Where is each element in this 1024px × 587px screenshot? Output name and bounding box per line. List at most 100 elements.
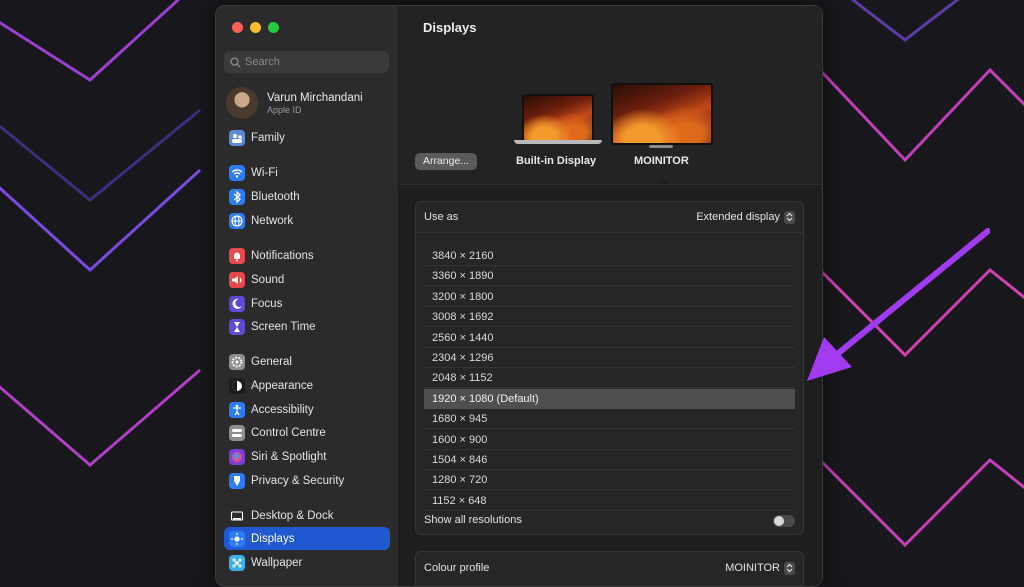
sidebar-item-label: Wi-Fi [251, 166, 278, 179]
sidebar-item-appearance[interactable]: Appearance [224, 374, 390, 397]
bluetooth-icon [229, 188, 245, 205]
built-in-display-label: Built-in Display [516, 155, 597, 167]
sound-icon [229, 271, 245, 288]
monitor-display-screen [611, 83, 713, 145]
close-button[interactable] [232, 22, 243, 33]
display-arrangement-area: Displays Arrange... Built-in Display MOI… [399, 6, 822, 185]
sidebar-item-label: General [251, 355, 292, 368]
profile-name: Varun Mirchandani [267, 91, 363, 104]
resolution-option[interactable]: 1920 × 1080 (Default) [424, 388, 795, 409]
sidebar-item-sound[interactable]: Sound [224, 268, 390, 291]
sidebar-item-label: Wallpaper [251, 556, 303, 569]
minimize-button[interactable] [250, 22, 261, 33]
colour-profile-card: Colour profile MOINITOR [415, 551, 804, 586]
resolution-option[interactable]: 2560 × 1440 [424, 328, 795, 348]
network-icon [229, 212, 245, 229]
search-icon [230, 56, 241, 68]
show-all-resolutions-label: Show all resolutions [424, 514, 522, 526]
display-settings-card: Use as Extended display 3840 × 2160 3360 … [415, 201, 804, 535]
colour-profile-select[interactable]: MOINITOR [725, 561, 795, 575]
sidebar-item-label: Focus [251, 297, 283, 310]
resolution-option[interactable]: 1152 × 648 [424, 491, 795, 511]
built-in-display-thumb[interactable] [514, 94, 604, 146]
profile-subtitle: Apple ID [267, 104, 302, 115]
sidebar-item-screen-time[interactable]: Screen Time [224, 315, 390, 338]
sidebar-item-label: Screen Time [251, 320, 316, 333]
displays-icon [229, 530, 245, 547]
sidebar-item-label: Notifications [251, 249, 314, 262]
resolution-option[interactable]: 3008 × 1692 [424, 307, 795, 328]
search-input[interactable]: Search [224, 51, 389, 73]
sidebar-item-accessibility[interactable]: Accessibility [224, 398, 390, 421]
sidebar-item-label: Appearance [251, 379, 314, 392]
use-as-label: Use as [424, 211, 459, 223]
sidebar-item-siri-spotlight[interactable]: Siri & Spotlight [224, 445, 390, 468]
sidebar-item-family[interactable]: Family [224, 126, 390, 149]
resolution-option[interactable]: 1504 × 846 [424, 450, 795, 470]
sidebar-item-label: Control Centre [251, 426, 326, 439]
appearance-icon [229, 377, 245, 394]
sidebar-item-notifications[interactable]: Notifications [224, 244, 390, 267]
window-controls [232, 22, 279, 33]
settings-window: Search Varun Mirchandani Apple ID Family… [215, 5, 823, 587]
use-as-value: Extended display [696, 211, 780, 223]
use-as-select[interactable]: Extended display [696, 210, 795, 224]
sidebar-item-bluetooth[interactable]: Bluetooth [224, 185, 390, 208]
control-centre-icon [229, 424, 245, 441]
focus-icon [229, 295, 245, 312]
family-icon [229, 129, 245, 146]
resolution-option[interactable]: 1680 × 945 [424, 409, 795, 430]
sidebar-item-displays[interactable]: Displays [224, 527, 390, 550]
monitor-display-thumb[interactable] [611, 83, 713, 151]
sidebar-item-label: Displays [251, 532, 295, 545]
laptop-base [514, 140, 602, 144]
resolution-option[interactable]: 3200 × 1800 [424, 287, 795, 307]
resolution-option[interactable]: 1280 × 720 [424, 470, 795, 491]
sidebar-item-focus[interactable]: Focus [224, 292, 390, 315]
sidebar-item-general[interactable]: General [224, 350, 390, 373]
monitor-stand [649, 145, 673, 148]
apple-id-profile[interactable]: Varun Mirchandani Apple ID [226, 85, 391, 121]
resolution-option[interactable]: 2048 × 1152 [424, 368, 795, 389]
desktop-dock-icon [229, 507, 245, 524]
toggle-knob [774, 516, 784, 526]
resolution-option[interactable]: 2304 × 1296 [424, 348, 795, 368]
sidebar-item-label: Sound [251, 273, 285, 286]
sidebar-item-label: Family [251, 131, 285, 144]
resolution-option[interactable]: 3360 × 1890 [424, 266, 795, 287]
main-pane: Displays Arrange... Built-in Display MOI… [399, 6, 822, 586]
sidebar-item-desktop-dock[interactable]: Desktop & Dock [224, 504, 390, 527]
general-icon [229, 353, 245, 370]
resolution-option[interactable]: 3840 × 2160 [424, 246, 795, 266]
colour-profile-row: Colour profile MOINITOR [416, 552, 803, 584]
sidebar-item-wi-fi[interactable]: Wi-Fi [224, 161, 390, 184]
sidebar-item-label: Desktop & Dock [251, 509, 334, 522]
page-title: Displays [423, 20, 477, 35]
sidebar-item-label: Bluetooth [251, 190, 300, 203]
built-in-display-screen [522, 94, 594, 142]
colour-profile-value: MOINITOR [725, 562, 780, 574]
sidebar-item-network[interactable]: Network [224, 209, 390, 232]
accessibility-icon [229, 401, 245, 418]
chevron-up-down-icon [784, 561, 795, 575]
sidebar: Search Varun Mirchandani Apple ID Family… [216, 6, 399, 586]
annotation-arrow-icon [807, 228, 990, 381]
sidebar-item-label: Network [251, 214, 294, 227]
avatar [226, 87, 258, 119]
screen-time-icon [229, 318, 245, 335]
wifi-icon [229, 164, 245, 181]
sidebar-item-label: Siri & Spotlight [251, 450, 327, 463]
chevron-up-down-icon [784, 210, 795, 224]
sidebar-item-wallpaper[interactable]: Wallpaper [224, 551, 390, 574]
arrange-button[interactable]: Arrange... [415, 153, 477, 170]
sidebar-item-privacy-security[interactable]: Privacy & Security [224, 469, 390, 492]
sidebar-item-control-centre[interactable]: Control Centre [224, 421, 390, 444]
use-as-row: Use as Extended display [416, 202, 803, 233]
monitor-display-label: MOINITOR [634, 155, 689, 167]
wallpaper-icon [229, 554, 245, 571]
notifications-icon [229, 247, 245, 264]
resolution-option[interactable]: 1600 × 900 [424, 430, 795, 450]
show-all-resolutions-toggle[interactable] [773, 515, 795, 527]
selected-display-caret [655, 178, 669, 184]
zoom-button[interactable] [268, 22, 279, 33]
